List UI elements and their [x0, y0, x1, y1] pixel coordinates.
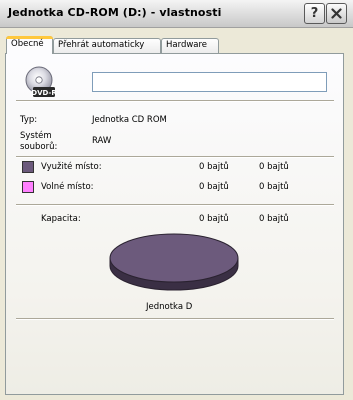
- free-space-size: 0 bajtů: [259, 182, 289, 192]
- drive-caption: Jednotka D: [146, 302, 193, 312]
- close-button[interactable]: [326, 3, 347, 24]
- separator: [16, 100, 334, 102]
- help-icon: ?: [310, 6, 319, 21]
- filesystem-label-line1: Systém: [20, 131, 52, 141]
- tab-hardware-label: Hardware: [166, 40, 208, 50]
- tab-general[interactable]: Obecné: [6, 36, 53, 54]
- tab-general-label: Obecné: [11, 39, 44, 49]
- filesystem-label-line2: souborů:: [20, 142, 58, 152]
- tab-autoplay[interactable]: Přehrát automaticky: [53, 38, 161, 53]
- separator: [16, 318, 334, 320]
- used-space-label: Využité místo:: [41, 162, 102, 172]
- type-value: Jednotka CD ROM: [92, 115, 167, 125]
- used-space-size: 0 bajtů: [259, 162, 289, 172]
- separator: [16, 156, 334, 158]
- close-icon: [331, 8, 342, 19]
- free-space-label: Volné místo:: [41, 182, 94, 192]
- drive-icon-badge: DVD-R: [31, 89, 57, 97]
- free-space-bytes: 0 bajtů: [199, 182, 229, 192]
- free-space-swatch: [22, 181, 34, 193]
- disk-usage-pie: [109, 233, 239, 291]
- title-bar: Jednotka CD-ROM (D:) - vlastnosti ?: [0, 0, 353, 28]
- capacity-label: Kapacita:: [41, 214, 81, 224]
- tab-hardware[interactable]: Hardware: [161, 38, 219, 53]
- drive-name-input[interactable]: [92, 72, 327, 92]
- used-space-swatch: [22, 161, 34, 173]
- tab-autoplay-label: Přehrát automaticky: [58, 40, 145, 50]
- window-title: Jednotka CD-ROM (D:) - vlastnosti: [8, 6, 222, 19]
- capacity-bytes: 0 bajtů: [199, 214, 229, 224]
- separator: [16, 204, 334, 206]
- capacity-size: 0 bajtů: [259, 214, 289, 224]
- cd-drive-icon: DVD-R: [25, 66, 57, 97]
- help-button[interactable]: ?: [304, 3, 325, 24]
- general-panel: DVD-R Typ: Jednotka CD ROM Systém soubor…: [5, 53, 344, 395]
- type-label: Typ:: [20, 115, 38, 125]
- filesystem-value: RAW: [92, 136, 112, 146]
- used-space-bytes: 0 bajtů: [199, 162, 229, 172]
